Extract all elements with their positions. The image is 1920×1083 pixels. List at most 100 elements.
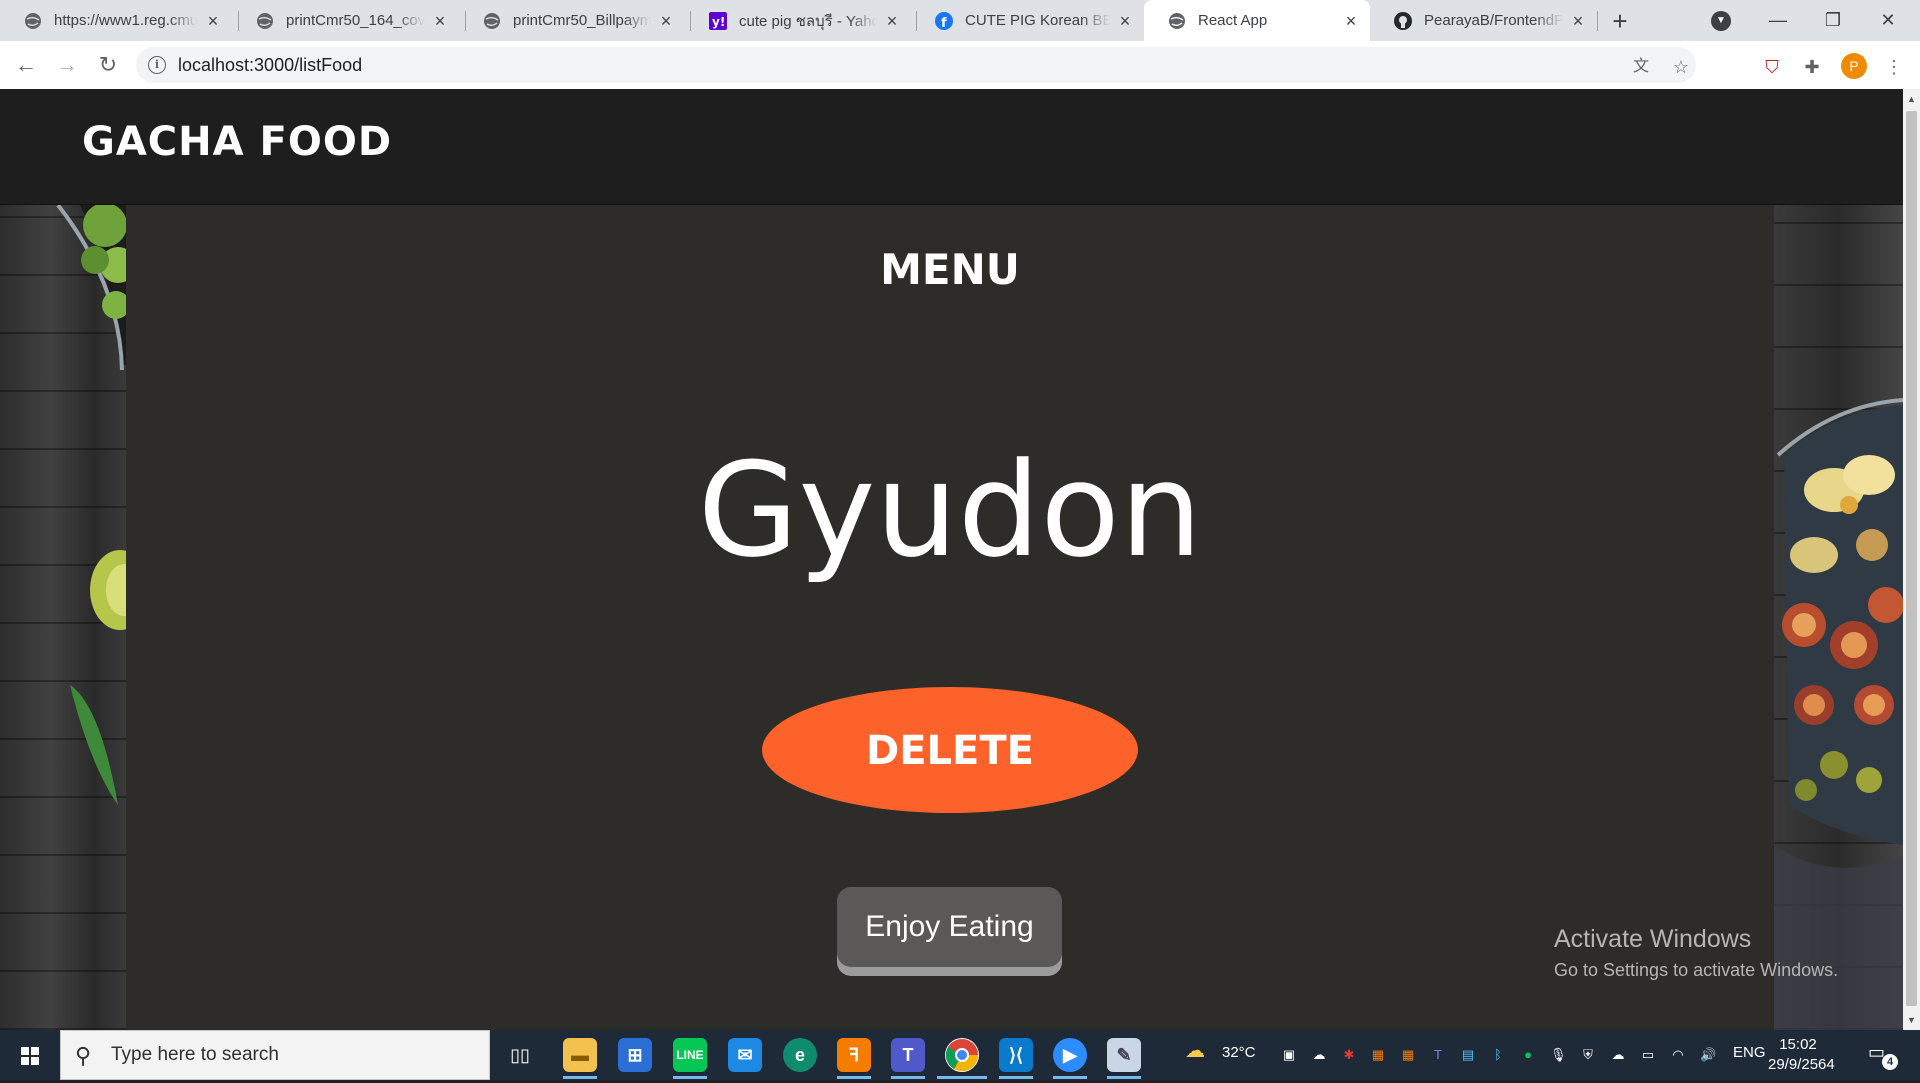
vscode-icon[interactable]: ⟩⟨ <box>999 1038 1033 1072</box>
delete-button[interactable]: DELETE <box>762 687 1138 813</box>
tab-search-icon[interactable]: ▼ <box>1711 11 1731 31</box>
zoom-tray-icon[interactable]: ▣ <box>1281 1047 1297 1063</box>
browser-tab[interactable]: https://www1.reg.cmu.ac.th × <box>0 0 232 41</box>
active-indicator <box>563 1076 597 1079</box>
zoom-icon[interactable]: ▶ <box>1053 1038 1087 1072</box>
pocket-icon[interactable]: ⛉ <box>1760 55 1784 79</box>
paint-icon[interactable]: ✎ <box>1107 1038 1141 1072</box>
close-icon[interactable]: × <box>1569 12 1587 30</box>
defender-icon[interactable]: ⛨ <box>1580 1047 1596 1063</box>
close-window-button[interactable]: ✕ <box>1865 0 1911 41</box>
globe-icon <box>1168 12 1186 30</box>
onedrive-offline-icon[interactable]: ☁ <box>1610 1047 1626 1063</box>
start-button[interactable] <box>0 1030 60 1080</box>
tab-title: https://www1.reg.cmu.ac.th <box>54 12 198 29</box>
weather-icon[interactable]: ☁ <box>1185 1041 1205 1061</box>
back-arrow-icon[interactable]: ← <box>10 49 42 81</box>
globe-icon <box>483 12 501 30</box>
svg-text:f: f <box>941 16 947 30</box>
restore-button[interactable]: ❐ <box>1810 0 1856 41</box>
edge-icon[interactable]: e <box>783 1038 817 1072</box>
profile-avatar[interactable]: P <box>1841 53 1867 79</box>
minimize-button[interactable]: — <box>1755 0 1801 41</box>
tab-title: cute pig ชลบุรี - Yahoo <box>739 12 877 30</box>
security-icon[interactable]: ✱ <box>1341 1047 1357 1063</box>
extensions-icon[interactable]: ✚ <box>1800 55 1824 79</box>
yahoo-icon: y! <box>709 11 727 30</box>
chrome-icon[interactable] <box>945 1038 979 1072</box>
taskbar-search[interactable]: ⚲ Type here to search <box>60 1030 490 1080</box>
task-view-icon[interactable]: ▯▯ <box>503 1038 537 1072</box>
page-scrollbar[interactable]: ▲ ▼ <box>1903 89 1920 1030</box>
clock-date: 29/9/2564 <box>1768 1056 1835 1073</box>
windows-logo-icon <box>21 1047 39 1065</box>
close-icon[interactable]: × <box>657 12 675 30</box>
globe-icon <box>24 12 42 30</box>
clock-time: 15:02 <box>1779 1036 1817 1053</box>
translate-icon[interactable]: 文 <box>1629 55 1653 79</box>
close-icon[interactable]: × <box>1116 12 1134 30</box>
browser-tab-active[interactable]: React App × <box>1144 0 1370 41</box>
food-image-right <box>1774 398 1903 1030</box>
close-icon[interactable]: × <box>431 12 449 30</box>
browser-tab[interactable]: printCmr50_164_covid × <box>232 0 459 41</box>
tab-strip: https://www1.reg.cmu.ac.th × printCmr50_… <box>0 0 1920 41</box>
active-indicator <box>891 1076 925 1079</box>
enjoy-eating-button[interactable]: Enjoy Eating <box>837 887 1062 967</box>
file-explorer-icon[interactable]: ▬ <box>563 1038 597 1072</box>
language-indicator[interactable]: ENG <box>1733 1044 1766 1061</box>
scroll-thumb[interactable] <box>1906 111 1917 1006</box>
microphone-icon[interactable]: 🎙 <box>1550 1047 1567 1063</box>
browser-toolbar: ← → ↻ i localhost:3000/listFood ☆ 文 ⛉ ✚ … <box>0 41 1920 90</box>
onedrive-icon[interactable]: ☁ <box>1311 1047 1327 1063</box>
watermark-subtitle: Go to Settings to activate Windows. <box>1554 960 1839 980</box>
active-indicator <box>1107 1076 1141 1079</box>
xampp-tray-icon-2[interactable]: ▦ <box>1400 1047 1416 1063</box>
page-title: MENU <box>880 245 1020 294</box>
line-app-icon[interactable]: LINE <box>673 1038 707 1072</box>
notification-icon[interactable]: ▭ 4 <box>1868 1042 1898 1070</box>
store-icon[interactable]: ⊞ <box>618 1038 652 1072</box>
bluetooth-icon[interactable]: ᛒ <box>1490 1047 1506 1063</box>
svg-text:y!: y! <box>712 15 725 29</box>
forward-arrow-icon[interactable]: → <box>51 49 83 81</box>
address-bar[interactable]: i localhost:3000/listFood ☆ 文 <box>136 47 1696 83</box>
tab-title: printCmr50_Billpayment <box>513 12 651 29</box>
browser-tab[interactable]: y! cute pig ชลบุรี - Yahoo × <box>685 0 911 41</box>
xampp-icon[interactable]: ꟻ <box>837 1038 871 1072</box>
line-tray-icon[interactable]: ● <box>1520 1047 1536 1063</box>
scroll-down-icon[interactable]: ▼ <box>1903 1012 1920 1028</box>
browser-tab[interactable]: PearayaB/FrontendProject × <box>1370 0 1597 41</box>
close-icon[interactable]: × <box>1342 12 1360 30</box>
weather-temp[interactable]: 32°C <box>1222 1044 1256 1061</box>
close-icon[interactable]: × <box>204 12 222 30</box>
brand-logo[interactable]: GACHA FOOD <box>82 119 392 165</box>
system-clock[interactable]: 15:02 29/9/2564 <box>1768 1035 1835 1075</box>
xampp-tray-icon[interactable]: ▦ <box>1370 1047 1386 1063</box>
mail-icon[interactable]: ✉ <box>728 1038 762 1072</box>
browser-tab[interactable]: printCmr50_Billpayment × <box>459 0 685 41</box>
active-indicator <box>1053 1076 1087 1079</box>
network-app-icon[interactable]: ▤ <box>1460 1047 1476 1063</box>
url-text[interactable]: localhost:3000/listFood <box>178 55 362 76</box>
tab-title: PearayaB/FrontendProject <box>1424 12 1563 29</box>
teams-icon[interactable]: T <box>891 1038 925 1072</box>
menu-icon[interactable]: ⋮ <box>1882 55 1906 79</box>
new-tab-button[interactable]: + <box>1606 8 1634 36</box>
tab-title: React App <box>1198 12 1268 29</box>
tab-title: printCmr50_164_covid <box>286 12 425 29</box>
food-background-left <box>0 205 126 1030</box>
reload-icon[interactable]: ↻ <box>92 49 124 81</box>
active-indicator <box>937 1076 987 1079</box>
tab-separator <box>1597 11 1598 31</box>
star-icon[interactable]: ☆ <box>1669 55 1693 79</box>
teams-tray-icon[interactable]: T <box>1430 1047 1446 1063</box>
browser-tab[interactable]: f CUTE PIG Korean BBQ × <box>911 0 1144 41</box>
scroll-up-icon[interactable]: ▲ <box>1903 91 1920 107</box>
volume-icon[interactable]: 🔊 <box>1700 1047 1716 1063</box>
info-icon[interactable]: i <box>148 56 166 74</box>
close-icon[interactable]: × <box>883 12 901 30</box>
page-viewport: GACHA FOOD MENU Gyudon DELETE Enjoy Eati… <box>0 89 1903 1030</box>
wifi-icon[interactable]: ◠ <box>1670 1047 1686 1063</box>
battery-icon[interactable]: ▭ <box>1640 1047 1656 1063</box>
